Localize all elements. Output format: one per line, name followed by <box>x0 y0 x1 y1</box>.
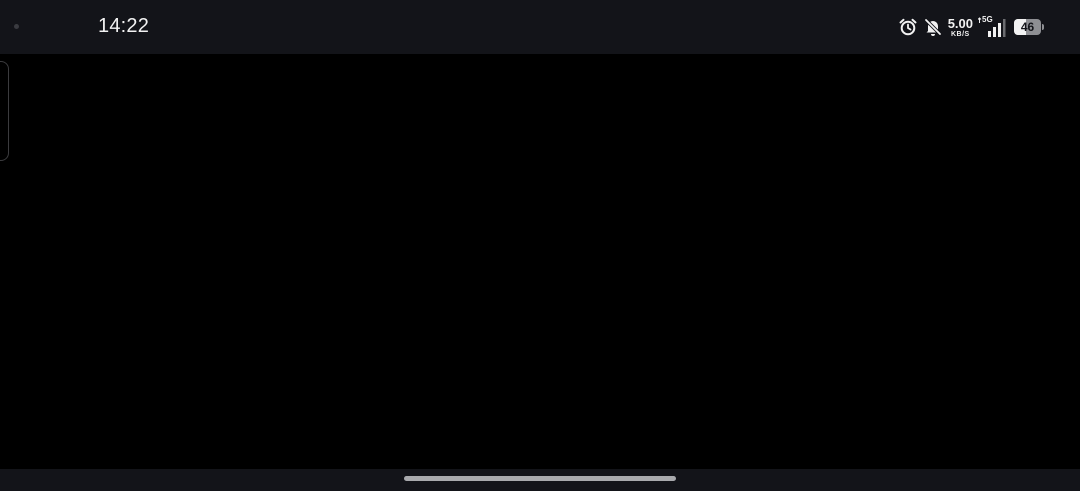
alarm-icon <box>898 17 918 37</box>
network-speed: 5.00 KB/S <box>948 17 973 38</box>
app-screen: 14:22 5.00 KB/S 5G 46 <box>0 0 1080 491</box>
network-speed-value: 5.00 <box>947 15 973 31</box>
network-type: 5G <box>982 15 993 24</box>
battery-icon: 46 <box>1014 19 1044 35</box>
side-panel-handle[interactable] <box>0 61 9 161</box>
battery-cap <box>1042 24 1044 30</box>
navigation-bar <box>0 469 1080 491</box>
clock: 14:22 <box>98 15 150 37</box>
home-indicator[interactable] <box>404 476 676 481</box>
camera-dot <box>14 24 19 29</box>
status-bar: 14:22 5.00 KB/S 5G 46 <box>0 0 1080 54</box>
battery-level: 46 <box>1020 20 1035 34</box>
bell-off-icon <box>923 17 943 37</box>
network-speed-unit: KB/S <box>950 30 970 38</box>
signal-icon: 5G <box>978 16 1006 38</box>
status-icons: 5.00 KB/S 5G 46 <box>898 14 1044 40</box>
